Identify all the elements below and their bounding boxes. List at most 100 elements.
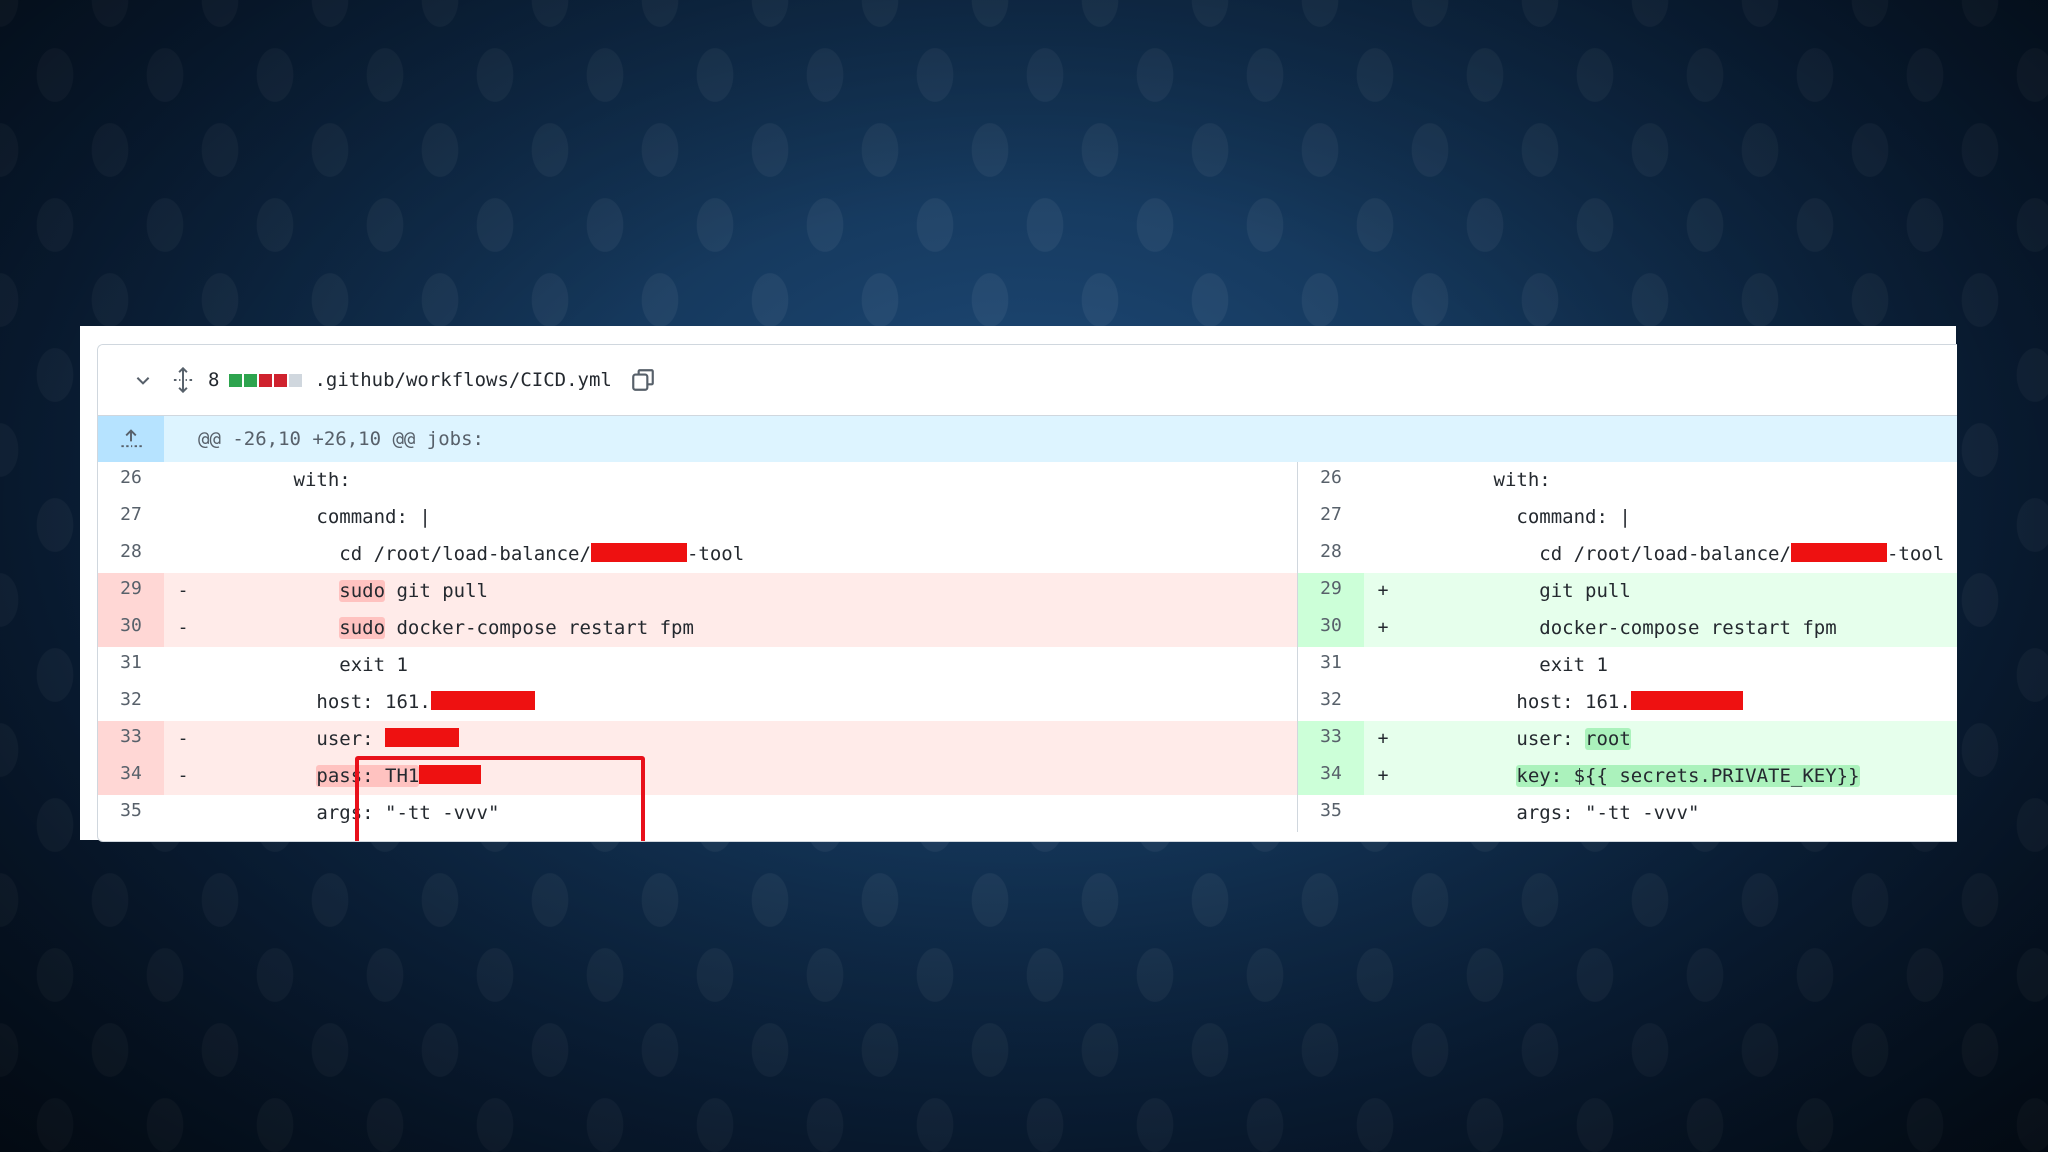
diffstat-block	[229, 373, 243, 387]
code-text: command: |	[1402, 506, 1631, 528]
diffstat-block	[274, 373, 288, 387]
left-line: 26 with:	[98, 462, 1298, 499]
hunk-header-text: @@ -26,10 +26,10 @@ jobs:	[198, 428, 484, 450]
code-text: -tool	[1886, 543, 1945, 565]
code-text: docker-compose restart fpm	[385, 617, 694, 639]
diff-marker: -	[177, 728, 189, 749]
line-number[interactable]: 27	[98, 499, 164, 536]
code-line: command: |	[1402, 499, 1631, 536]
line-number[interactable]: 35	[98, 795, 164, 832]
code-line: args: "-tt -vvv"	[1402, 795, 1699, 832]
diff-view: 8 .github/workflows/CICD.yml @@ -26,10 +…	[97, 344, 1957, 842]
diffstat-block	[259, 373, 273, 387]
line-number[interactable]: 35	[1298, 795, 1364, 832]
code-text: cd /root/load-balance/	[202, 543, 591, 565]
code-text: command: |	[202, 506, 431, 528]
line-number[interactable]: 29	[98, 573, 164, 610]
code-text: exit 1	[1402, 654, 1608, 676]
left-line: 29- sudo git pull	[98, 573, 1298, 610]
line-number[interactable]: 31	[98, 647, 164, 684]
right-line: 35 args: "-tt -vvv"	[1298, 795, 1957, 832]
code-line: with:	[1402, 462, 1551, 499]
diff-marker	[164, 684, 202, 721]
left-line: 31 exit 1	[98, 647, 1298, 684]
diff-marker	[164, 499, 202, 536]
diff-marker: +	[1377, 728, 1389, 749]
file-path-link[interactable]: .github/workflows/CICD.yml	[314, 369, 611, 391]
diff-row: 28 cd /root/load-balance/-tool 28 cd /roo…	[98, 536, 1957, 573]
code-text: exit 1	[202, 654, 408, 676]
diff-marker	[164, 536, 202, 573]
line-number[interactable]: 34	[1298, 758, 1364, 795]
diff-marker	[1364, 795, 1402, 832]
right-line: 34 + key: ${{ secrets.PRIVATE_KEY}}	[1298, 758, 1957, 795]
line-number[interactable]: 32	[1298, 684, 1364, 721]
line-number[interactable]: 31	[1298, 647, 1364, 684]
right-line: 33 + user: root	[1298, 721, 1957, 758]
diff-marker	[164, 462, 202, 499]
code-line: host: 161.	[202, 684, 535, 721]
line-number[interactable]: 34	[98, 758, 164, 795]
code-line: key: ${{ secrets.PRIVATE_KEY}}	[1402, 758, 1860, 795]
right-line: 30 + docker-compose restart fpm	[1298, 610, 1957, 647]
diff-marker: -	[177, 765, 189, 786]
code-text: docker-compose restart fpm	[1402, 617, 1837, 639]
line-number[interactable]: 26	[1298, 462, 1364, 499]
diff-marker	[164, 795, 202, 832]
diff-row: 33- user: 33 + user: root	[98, 721, 1957, 758]
code-line: command: |	[202, 499, 431, 536]
right-line: 32 host: 161.	[1298, 684, 1957, 721]
diff-row: 31 exit 1 31 exit 1	[98, 647, 1957, 684]
right-line: 28 cd /root/load-balance/ -tool	[1298, 536, 1957, 573]
left-line: 28 cd /root/load-balance/ -tool	[98, 536, 1298, 573]
diff-row: 32 host: 161. 32 host: 161.	[98, 684, 1957, 721]
diff-marker: +	[1377, 617, 1389, 638]
code-text: git pull	[385, 580, 488, 602]
line-number[interactable]: 30	[1298, 610, 1364, 647]
expand-up-icon[interactable]	[98, 416, 164, 462]
line-number[interactable]: 27	[1298, 499, 1364, 536]
diff-marker: -	[177, 617, 189, 638]
diff-marker	[1364, 499, 1402, 536]
line-number[interactable]: 33	[1298, 721, 1364, 758]
diffstat-block	[244, 373, 258, 387]
left-line: 30- sudo docker-compose restart fpm	[98, 610, 1298, 647]
left-line: 27 command: |	[98, 499, 1298, 536]
code-line: with:	[202, 462, 351, 499]
line-number[interactable]: 30	[98, 610, 164, 647]
diff-row: 29- sudo git pull 29 + git pull	[98, 573, 1957, 610]
credentials-callout-box	[355, 756, 645, 841]
expand-all-icon[interactable]	[172, 366, 194, 394]
diff-row: 26 with: 26 with:	[98, 462, 1957, 499]
code-line: host: 161.	[1402, 684, 1743, 721]
diff-marker: -	[177, 580, 189, 601]
code-line: exit 1	[1402, 647, 1608, 684]
hunk-header: @@ -26,10 +26,10 @@ jobs:	[98, 416, 1957, 462]
code-line: cd /root/load-balance/ -tool	[1402, 536, 1944, 573]
right-line: 26 with:	[1298, 462, 1957, 499]
file-header: 8 .github/workflows/CICD.yml	[98, 345, 1957, 416]
copy-icon[interactable]	[630, 367, 656, 393]
redaction-block	[385, 728, 460, 747]
line-number[interactable]: 26	[98, 462, 164, 499]
code-line: user: root	[1402, 721, 1631, 758]
line-number[interactable]: 33	[98, 721, 164, 758]
line-number[interactable]: 29	[1298, 573, 1364, 610]
line-number[interactable]: 28	[98, 536, 164, 573]
diff-marker	[1364, 647, 1402, 684]
chevron-down-icon[interactable]	[134, 371, 152, 389]
code-text: host: 161.	[202, 691, 431, 713]
changed-text-highlight: sudo	[339, 580, 386, 602]
line-number[interactable]: 32	[98, 684, 164, 721]
redaction-block	[430, 691, 535, 710]
right-line: 27 command: |	[1298, 499, 1957, 536]
code-text: -tool	[686, 543, 745, 565]
diff-marker: +	[1377, 765, 1389, 786]
diffstat-block	[289, 373, 303, 387]
left-line: 32 host: 161.	[98, 684, 1298, 721]
line-number[interactable]: 28	[1298, 536, 1364, 573]
